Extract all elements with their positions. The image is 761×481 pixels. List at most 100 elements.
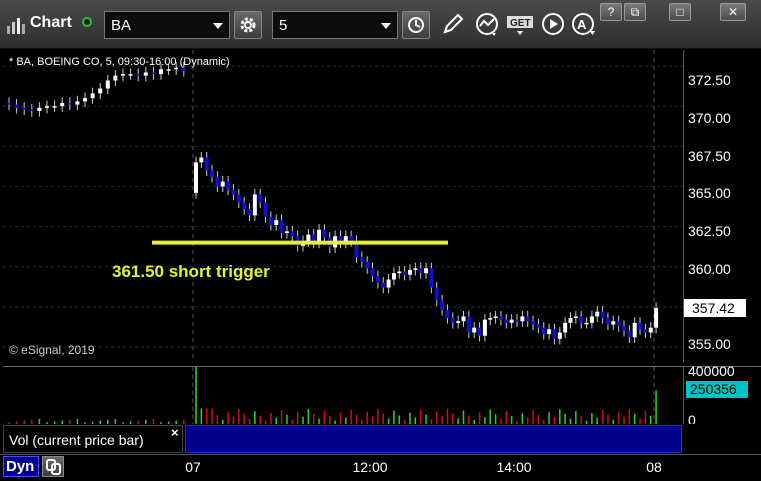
candle	[83, 92, 87, 107]
study-label[interactable]: Vol (current price bar)	[9, 432, 144, 448]
chevron-down-icon[interactable]	[381, 23, 391, 29]
candle-body	[290, 231, 295, 237]
restore-button[interactable]: ⧉	[624, 3, 646, 21]
close-button[interactable]: ✕	[720, 3, 746, 21]
volume-chart[interactable]	[3, 367, 683, 425]
candle	[311, 228, 316, 249]
candle-body	[37, 107, 42, 111]
candle-body	[226, 181, 231, 190]
candle-body	[90, 93, 95, 99]
pencil-icon	[443, 13, 464, 34]
interval-combobox[interactable]: 5	[272, 11, 398, 39]
candle-body	[493, 316, 498, 319]
settings-button[interactable]	[234, 11, 262, 39]
candle-body	[60, 102, 65, 107]
candle-body	[268, 216, 273, 225]
candle-body	[498, 316, 503, 320]
candle-body	[515, 319, 519, 322]
symbol-combobox[interactable]: BA	[104, 11, 230, 39]
clock-icon	[408, 17, 424, 33]
candle-body	[611, 321, 616, 325]
candle-body	[584, 322, 589, 325]
candle	[648, 322, 653, 339]
candle	[194, 156, 198, 199]
candle-body	[445, 310, 450, 319]
candle-body	[424, 268, 429, 274]
candle-body	[520, 316, 525, 322]
candle	[220, 176, 225, 193]
candle-body	[440, 300, 445, 311]
price-chart-pane[interactable]	[3, 50, 683, 363]
candle-body	[461, 316, 466, 322]
candle-body	[552, 329, 557, 339]
candle	[413, 262, 418, 276]
candle-body	[408, 269, 412, 275]
candle	[375, 270, 380, 289]
price-tick: 362.50	[688, 223, 731, 239]
volume-pane[interactable]	[3, 366, 683, 425]
candle	[338, 230, 343, 249]
candle	[37, 102, 42, 117]
maximize-button[interactable]: □	[669, 3, 691, 21]
candle-body	[622, 326, 626, 331]
candle-body	[349, 236, 354, 242]
candle-body	[121, 74, 125, 76]
time-template-button[interactable]	[402, 11, 430, 39]
chevron-down-icon[interactable]	[213, 23, 223, 29]
candle	[456, 315, 461, 329]
candle-body	[434, 287, 439, 301]
candle	[520, 310, 525, 327]
candle-body	[210, 170, 215, 177]
candle	[579, 310, 584, 329]
candle	[498, 310, 503, 326]
watermark: © eSignal, 2019	[9, 343, 95, 357]
get-data-button[interactable]: GET	[506, 11, 536, 39]
candle	[461, 310, 466, 327]
price-chart[interactable]	[3, 50, 683, 363]
candle	[210, 164, 215, 183]
trigger-annotation[interactable]: 361.50 short trigger	[112, 262, 270, 282]
close-study-icon[interactable]: ×	[171, 425, 179, 440]
candle	[143, 66, 148, 82]
draw-tool-button[interactable]	[440, 11, 470, 39]
candle-body	[45, 106, 49, 108]
candle-body	[258, 194, 263, 203]
candle-body	[643, 329, 648, 333]
candle	[450, 312, 455, 329]
play-button[interactable]	[540, 11, 570, 39]
candle-body	[274, 220, 279, 225]
candle-body	[504, 319, 509, 323]
alert-button[interactable]: A	[571, 11, 601, 39]
candle-body	[181, 67, 186, 71]
candle-body	[83, 98, 87, 102]
candle-body	[199, 157, 204, 163]
candle	[541, 322, 546, 340]
interval-value: 5	[279, 17, 288, 34]
candle	[136, 68, 141, 82]
price-tick: 372.50	[688, 72, 731, 88]
candle-body	[113, 75, 118, 81]
candle-body	[242, 202, 247, 209]
candle-body	[509, 319, 514, 323]
studies-button[interactable]	[474, 11, 504, 39]
price-tick: 365.00	[688, 185, 731, 201]
candle-body	[105, 80, 110, 89]
candle-body	[482, 319, 487, 336]
dynamic-button[interactable]: Dyn	[3, 456, 39, 477]
candle	[402, 265, 407, 281]
help-button[interactable]: ?	[600, 3, 622, 21]
candle	[284, 225, 289, 239]
link-button[interactable]	[42, 456, 64, 477]
study-icon	[476, 13, 498, 36]
candle-body	[397, 271, 402, 274]
candle-body	[306, 234, 311, 242]
candle	[365, 256, 370, 274]
candle-body	[263, 202, 268, 217]
candle-body	[215, 176, 220, 187]
candle-body	[563, 322, 568, 333]
candle	[627, 325, 632, 343]
candle	[215, 171, 220, 193]
candle-body	[14, 104, 19, 108]
candle	[359, 251, 364, 268]
candle	[52, 100, 57, 112]
